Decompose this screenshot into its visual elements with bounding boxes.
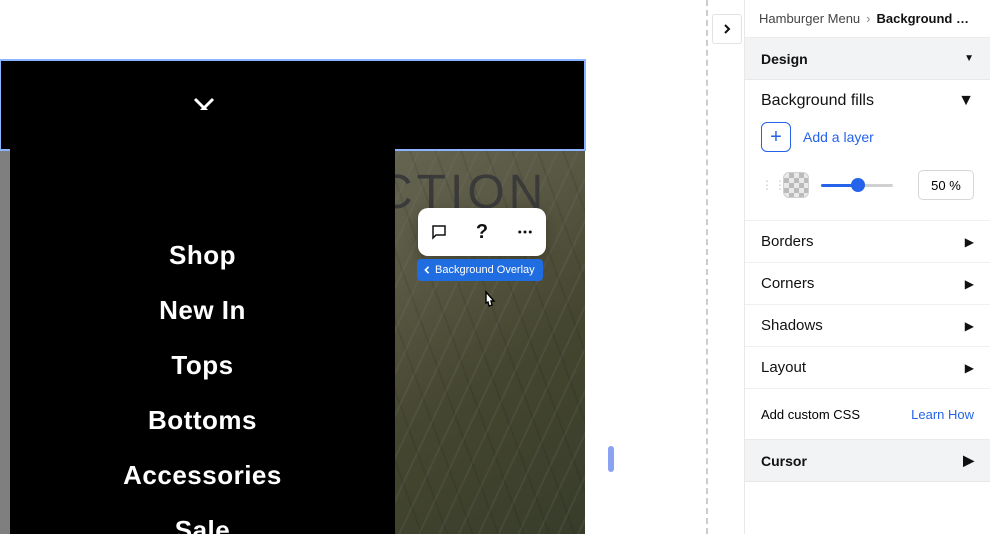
section-cursor-label: Cursor [761,453,807,469]
chevron-right-icon: ▶ [963,452,974,469]
chevron-right-icon: ▶ [965,277,974,291]
section-corners[interactable]: Corners ▶ [745,262,990,304]
chevron-right-icon: ▶ [965,361,974,375]
pointer-cursor-icon [479,290,499,312]
menu-item[interactable]: Shop [10,228,395,283]
chevron-right-icon: ▶ [965,319,974,333]
menu-item[interactable]: Sale [10,503,395,558]
learn-how-link[interactable]: Learn How [911,407,974,422]
section-layout[interactable]: Layout ▶ [745,346,990,388]
more-icon[interactable] [515,222,535,242]
comment-icon[interactable] [429,222,449,242]
menu-item[interactable]: Tops [10,338,395,393]
section-cursor[interactable]: Cursor ▶ [745,440,990,482]
section-design-label: Design [761,51,808,67]
section-design[interactable]: Design ▼ [745,38,990,80]
menu-item[interactable]: Bottoms [10,393,395,448]
breadcrumb: Hamburger Menu › Background Ove… [745,0,990,38]
inspector-panel: Hamburger Menu › Background Ove… Design … [744,0,990,534]
selection-tag[interactable]: Background Overlay [417,259,543,281]
add-layer-link[interactable]: Add a layer [803,129,874,145]
panel-divider [706,0,708,534]
caret-down-icon: ▼ [964,53,974,64]
opacity-slider[interactable] [821,175,906,195]
canvas-scrollbar[interactable] [608,446,614,472]
opacity-input[interactable]: 50 % [918,170,974,200]
add-layer-button[interactable]: + [761,122,791,152]
background-fills-section: Background fills ▼ + Add a layer ⋮⋮ 50 % [745,80,990,220]
selection-tag-label: Background Overlay [435,264,535,276]
custom-css-label: Add custom CSS [761,407,860,422]
breadcrumb-parent[interactable]: Hamburger Menu [759,11,860,26]
help-icon[interactable]: ? [472,222,492,242]
section-corners-label: Corners [761,275,814,292]
caret-down-icon[interactable]: ▼ [958,92,974,110]
editor-canvas: CTION ShopNew InTopsBottomsAccessoriesSa… [0,0,587,534]
section-shadows[interactable]: Shadows ▶ [745,304,990,346]
chevron-right-icon: › [866,11,870,26]
panel-collapse-button[interactable] [712,14,742,44]
chevron-right-icon: ▶ [965,235,974,249]
bgfills-title: Background fills [761,92,874,110]
custom-css-row: Add custom CSS Learn How [745,388,990,440]
mobile-menu-panel: ShopNew InTopsBottomsAccessoriesSale [10,110,395,534]
menu-item[interactable]: New In [10,283,395,338]
section-layout-label: Layout [761,359,806,376]
fill-swatch[interactable] [783,172,809,198]
section-shadows-label: Shadows [761,317,823,334]
section-borders[interactable]: Borders ▶ [745,220,990,262]
drag-handle-icon[interactable]: ⋮⋮ [761,178,771,192]
section-borders-label: Borders [761,233,814,250]
breadcrumb-current: Background Ove… [877,11,977,26]
menu-item[interactable]: Accessories [10,448,395,503]
element-toolbar: ? [418,208,546,256]
slider-thumb[interactable] [851,178,865,192]
